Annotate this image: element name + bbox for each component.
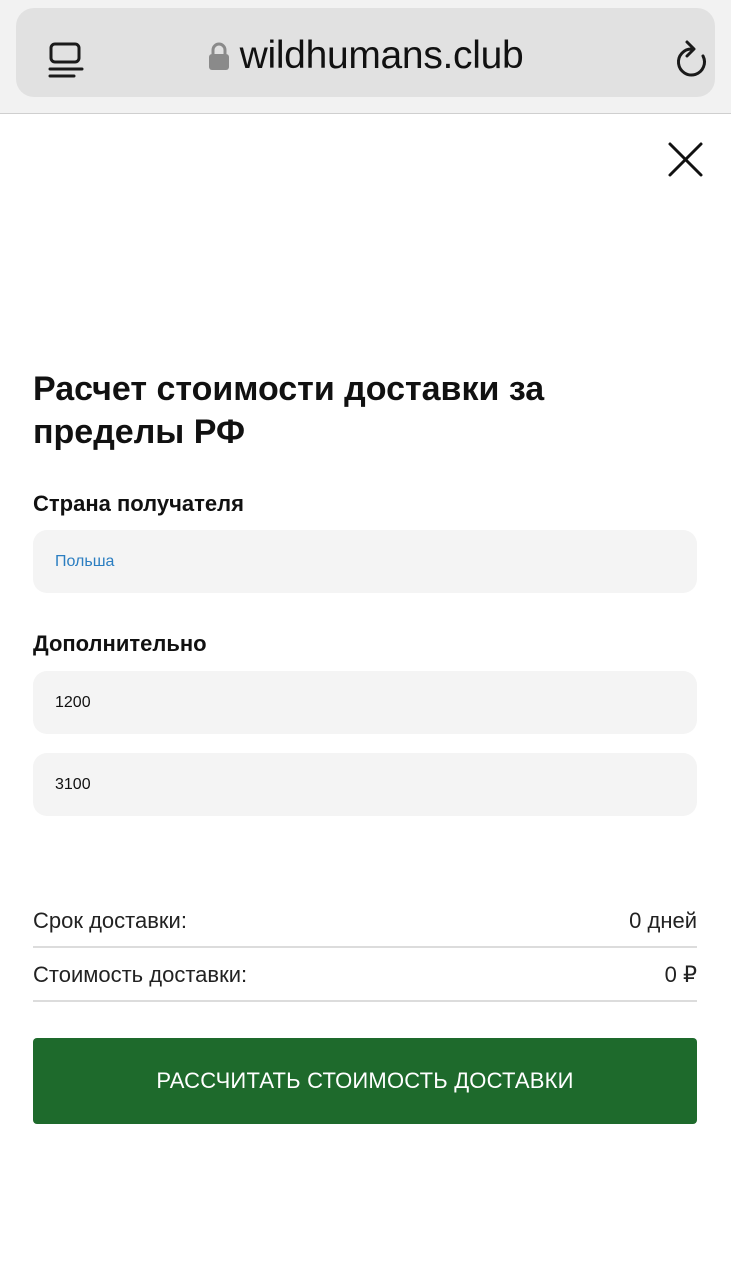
close-icon[interactable] [662,138,708,184]
additional-field-1[interactable]: 1200 [33,671,697,734]
browser-toolbar: wildhumans.club [0,0,731,114]
reload-icon[interactable] [672,38,712,82]
url-wrapper: wildhumans.club [16,34,715,78]
delivery-time-row: Срок доставки: 0 дней [33,896,697,948]
additional-field-2-value: 3100 [55,775,91,793]
address-bar[interactable]: wildhumans.club [16,8,715,97]
calculate-button[interactable]: РАССЧИТАТЬ СТОИМОСТЬ ДОСТАВКИ [33,1038,697,1124]
additional-label: Дополнительно [33,631,207,656]
country-label: Страна получателя [33,491,244,516]
additional-field-1-value: 1200 [55,693,91,711]
country-value: Польша [55,552,115,570]
modal-title: Расчет стоимости доставки за пределы РФ [33,370,545,451]
country-select[interactable]: Польша [33,530,697,593]
delivery-time-value: 0 дней [629,908,697,933]
delivery-cost-label: Стоимость доставки: [33,962,248,987]
delivery-cost-value: 0 ₽ [664,962,697,987]
url-text[interactable]: wildhumans.club [240,34,524,78]
additional-field-2[interactable]: 3100 [33,753,697,816]
lock-icon [208,42,229,70]
delivery-time-label: Срок доставки: [33,908,187,933]
delivery-cost-row: Стоимость доставки: 0 ₽ [33,950,697,1002]
